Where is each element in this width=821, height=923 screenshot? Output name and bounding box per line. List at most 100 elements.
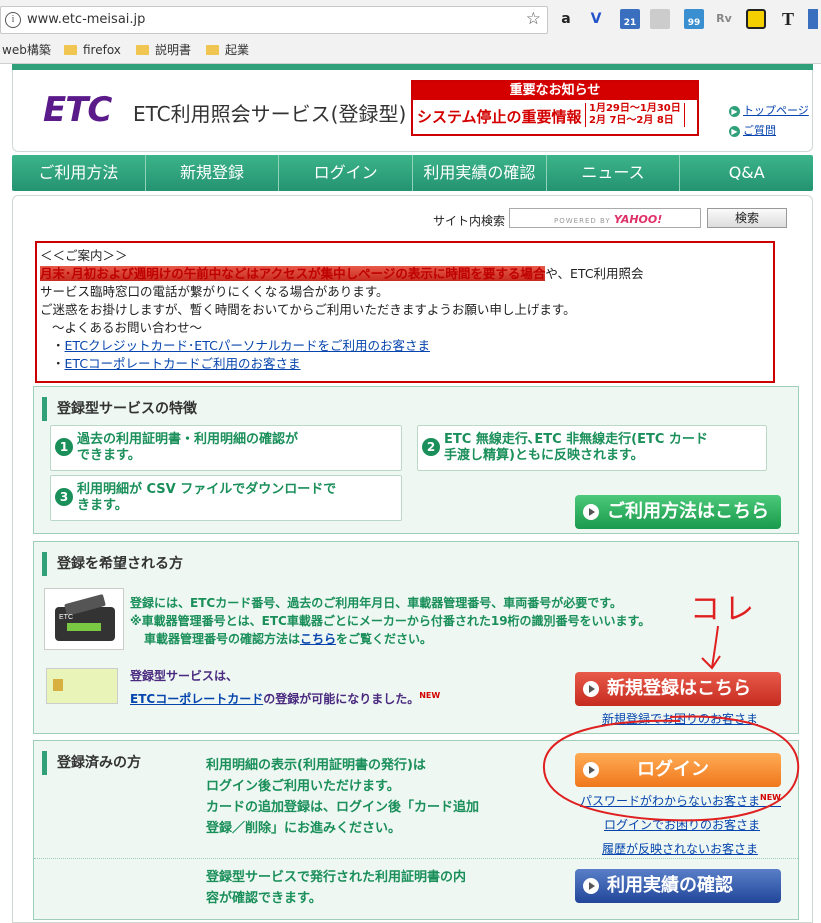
notice-title: 重要なお知らせ — [413, 82, 697, 100]
info-icon[interactable]: i — [5, 12, 21, 28]
info-line: 利用明細の表示(利用証明書の発行)は — [206, 758, 426, 773]
new-registration-button[interactable]: 新規登録はこちら — [575, 672, 781, 706]
guide-link-row-2: ・ETCコーポレートカードご利用のお客さま — [52, 356, 301, 371]
card-reader-image: ETC — [44, 588, 124, 650]
text: 車載器管理番号の確認方法は — [144, 632, 301, 646]
reader-extension-icon[interactable] — [650, 9, 670, 29]
corporate-card-link[interactable]: ETCコーポレートカード — [130, 692, 263, 706]
check-extension-icon[interactable] — [746, 9, 766, 29]
corporate-card-announce: 登録型サービスは、 ETCコーポレートカードの登録が可能になりました。NEW — [130, 666, 440, 709]
etc-reader-icon: ETC — [55, 594, 115, 641]
main-nav: ご利用方法 新規登録 ログイン 利用実績の確認 ニュース Q&A — [12, 155, 813, 191]
etc-logo[interactable]: ETC — [43, 90, 112, 130]
t-extension-icon[interactable]: T — [778, 9, 798, 29]
play-icon — [583, 681, 599, 697]
usage-guide-button[interactable]: ご利用方法はこちら — [575, 495, 781, 529]
text: をご覧ください。 — [336, 632, 433, 646]
feature-item-3: 3 利用明細が CSV ファイルでダウンロードで きます。 — [50, 475, 402, 521]
new-badge: NEW — [419, 691, 441, 700]
yahoo-branding: POWERED BY YAHOO! — [554, 213, 662, 226]
v-extension-icon[interactable]: V — [586, 9, 606, 29]
faq-link[interactable]: ▶ ご質問 — [729, 122, 776, 138]
calendar-extension-icon[interactable]: 21 — [620, 9, 640, 29]
bookmark-label: firefox — [83, 43, 121, 57]
nav-news[interactable]: ニュース — [547, 155, 681, 191]
feature-text: ETC 無線走行､ETC 非無線走行(ETC カード 手渡し精算)ともに反映され… — [444, 432, 708, 463]
registration-requirements: 登録には、ETCカード番号、過去のご利用年月日、車載器管理番号、車両番号が必要で… — [130, 596, 622, 610]
check-method-link[interactable]: こちら — [300, 632, 336, 646]
feature-item-2: 2 ETC 無線走行､ETC 非無線走行(ETC カード 手渡し精算)ともに反映… — [417, 425, 767, 471]
arrow-icon: ▶ — [729, 106, 740, 117]
link-label: トップページ — [743, 104, 809, 117]
notice-date-2: 2月 7日〜2月 8日 — [589, 115, 674, 126]
rw-extension-icon[interactable]: Rv — [714, 9, 734, 29]
nav-qa[interactable]: Q&A — [680, 155, 813, 191]
features-title: 登録型サービスの特徴 — [42, 397, 197, 421]
bookmark-manual[interactable]: 説明書 — [136, 42, 191, 58]
number-2-icon: 2 — [422, 438, 440, 456]
address-bar[interactable]: i www.etc-meisai.jp ☆ — [0, 6, 548, 34]
notice-main-text: システム停止の重要情報 — [417, 108, 582, 126]
card-chip-icon — [53, 679, 63, 691]
feature-text: 利用明細が CSV ファイルでダウンロードで きます。 — [77, 482, 337, 513]
amazon-extension-icon[interactable]: a — [556, 9, 576, 29]
button-label: ご利用方法はこちら — [607, 501, 769, 522]
feature-text: 過去の利用証明書・利用明細の確認が できます。 — [77, 432, 299, 463]
info-line: 登録／削除」にお進みください。 — [206, 821, 402, 836]
credit-card-faq-link[interactable]: ETCクレジットカード･ETCパーソナルカードをご利用のお客さま — [65, 338, 430, 353]
history-info-text: 登録型サービスで発行された利用証明書の内 容が確認できます。 — [206, 867, 466, 909]
button-label: 利用実績の確認 — [607, 875, 733, 896]
play-icon — [583, 878, 599, 894]
important-notice-banner[interactable]: 重要なお知らせ システム停止の重要情報 1月29日〜1月30日 2月 7日〜2月… — [411, 80, 699, 136]
registration-note: ※車載器管理番号とは、ETC車載器ごとにメーカーから付番された19桁の識別番号を… — [130, 614, 651, 628]
bookmark-firefox[interactable]: firefox — [64, 42, 121, 58]
announce-line: 登録型サービスは、 — [130, 669, 239, 683]
folder-icon — [136, 45, 149, 55]
info-line: カードの追加登録は、ログイン後「カード追加 — [206, 800, 480, 815]
feature-item-1: 1 過去の利用証明書・利用明細の確認が できます。 — [50, 425, 402, 471]
text: の登録が可能になりました。 — [263, 692, 420, 706]
folder-icon — [206, 45, 219, 55]
site-search-input[interactable]: POWERED BY YAHOO! — [509, 208, 701, 228]
link-label: ご質問 — [743, 124, 776, 137]
info-line: ログイン後ご利用いただけます。 — [206, 779, 400, 794]
corporate-card-faq-link[interactable]: ETCコーポレートカードご利用のお客さま — [65, 356, 301, 371]
nav-history[interactable]: 利用実績の確認 — [413, 155, 547, 191]
bookmark-web[interactable]: web構築 — [2, 42, 51, 58]
guide-link-row-1: ・ETCクレジットカード･ETCパーソナルカードをご利用のお客さま — [52, 338, 430, 353]
guide-line-3: ご迷惑をお掛けしますが、暫く時間をおいてからご利用いただきますようお願い申し上げ… — [40, 302, 576, 317]
browser-chrome: i www.etc-meisai.jp ☆ a V 21 99 Rv T web… — [0, 0, 821, 64]
guide-text: や、ETC利用照会 — [545, 266, 644, 281]
divider — [34, 858, 798, 859]
search-label: サイト内検索 — [433, 214, 506, 228]
bookmark-label: 起業 — [225, 43, 250, 57]
guide-heading: ＜＜ご案内＞＞ — [40, 248, 128, 263]
usage-history-button[interactable]: 利用実績の確認 — [575, 869, 781, 903]
info-line: 登録型サービスで発行された利用証明書の内 — [206, 870, 467, 885]
annotation-text: コレ — [690, 592, 758, 627]
registration-panel: 登録を希望される方 ETC 登録には、ETCカード番号、過去のご利用年月日、車載… — [33, 541, 799, 734]
mail-extension-icon[interactable]: 99 — [684, 9, 704, 29]
registered-title: 登録済みの方 — [42, 751, 141, 775]
bookmark-startup[interactable]: 起業 — [206, 42, 249, 58]
play-icon — [583, 504, 599, 520]
search-button[interactable]: 検索 — [707, 208, 787, 228]
arrow-icon: ▶ — [729, 126, 740, 137]
features-panel: 登録型サービスの特徴 1 過去の利用証明書・利用明細の確認が できます。 2 E… — [33, 386, 799, 534]
registration-check-method: 車載器管理番号の確認方法はこちらをご覧ください。 — [144, 630, 432, 648]
nav-login[interactable]: ログイン — [279, 155, 414, 191]
nav-usage[interactable]: ご利用方法 — [12, 155, 146, 191]
nav-register[interactable]: 新規登録 — [146, 155, 280, 191]
button-label: 新規登録はこちら — [607, 678, 751, 699]
top-page-link[interactable]: ▶ トップページ — [729, 102, 809, 118]
guide-line-2: サービス臨時窓口の電話が繋がりにくくなる場合があります。 — [40, 284, 389, 299]
history-missing-link[interactable]: 履歴が反映されないお客さま — [602, 840, 758, 857]
extension-overflow-icon[interactable] — [808, 9, 818, 29]
corporate-card-image — [46, 668, 118, 704]
bookmark-label: 説明書 — [155, 43, 192, 57]
url-text[interactable]: www.etc-meisai.jp — [27, 12, 145, 27]
bookmark-star-icon[interactable]: ☆ — [526, 9, 541, 29]
number-1-icon: 1 — [55, 438, 73, 456]
svg-text:ETC: ETC — [59, 614, 73, 621]
site-header: ETC ETC利用照会サービス(登録型) 重要なお知らせ システム停止の重要情報… — [12, 70, 813, 152]
